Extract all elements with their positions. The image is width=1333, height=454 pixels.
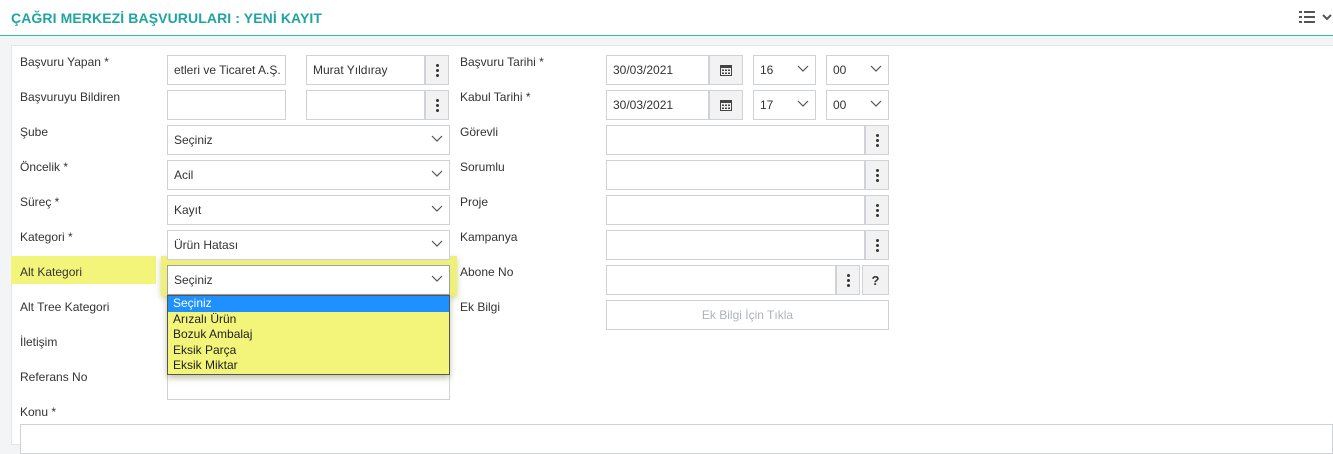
konu-label: Konu * xyxy=(20,405,57,419)
surec-select-value: Kayıt xyxy=(174,203,202,217)
sorumlu-label: Sorumlu xyxy=(460,160,505,174)
chevron-down-icon xyxy=(870,65,882,72)
minute-value: 00 xyxy=(833,98,847,112)
chevron-down-icon xyxy=(797,65,809,72)
surec-select[interactable]: Kayıt xyxy=(167,195,450,225)
calendar-icon xyxy=(720,100,732,111)
sube-select[interactable]: Seçiniz xyxy=(167,125,450,155)
minute-value: 00 xyxy=(833,63,847,77)
proje-more-button[interactable] xyxy=(865,195,889,225)
gorevli-label: Görevli xyxy=(460,125,499,139)
basvuru-tarihi-hour-select[interactable]: 16 xyxy=(753,55,816,85)
abone-no-label: Abone No xyxy=(460,265,514,279)
abone-no-more-button[interactable] xyxy=(836,265,860,295)
kabul-tarihi-date-input[interactable]: 30/03/2021 xyxy=(606,90,709,120)
sorumlu-input[interactable] xyxy=(606,160,865,190)
basvuruyu-bildiren-more-button[interactable] xyxy=(425,90,449,120)
kabul-tarihi-hour-select[interactable]: 17 xyxy=(753,90,816,120)
basvuru-yapan-person-input[interactable]: Murat Yıldıray xyxy=(306,55,425,85)
proje-label: Proje xyxy=(460,195,489,209)
referans-no-label: Referans No xyxy=(20,370,88,384)
alt-kategori-dropdown-list: Seçiniz Arızalı Ürün Bozuk Ambalaj Eksik… xyxy=(167,295,450,375)
sube-label: Şube xyxy=(20,125,49,139)
dropdown-option[interactable]: Bozuk Ambalaj xyxy=(168,327,449,343)
kampanya-input[interactable] xyxy=(606,230,865,260)
abone-no-input[interactable] xyxy=(606,265,836,295)
basvuru-yapan-label: Başvuru Yapan * xyxy=(20,55,109,69)
top-bar: ÇAĞRI MERKEZİ BAŞVURULARI : YENİ KAYIT xyxy=(0,0,1333,36)
alt-tree-kategori-label: Alt Tree Kategori xyxy=(20,300,110,314)
konu-textarea[interactable] xyxy=(20,424,1333,454)
alt-kategori-select[interactable]: Seçiniz xyxy=(167,265,450,295)
dropdown-option[interactable]: Eksik Miktar xyxy=(168,358,449,374)
basvuru-yapan-company-input[interactable]: etleri ve Ticaret A.Ş. xyxy=(167,55,286,85)
more-vertical-icon xyxy=(875,168,879,182)
kampanya-more-button[interactable] xyxy=(865,230,889,260)
list-icon[interactable] xyxy=(1299,11,1315,23)
basvuruyu-bildiren-person-input[interactable] xyxy=(306,90,425,120)
dropdown-option[interactable]: Arızalı Ürün xyxy=(168,312,449,328)
basvuru-tarihi-label: Başvuru Tarihi * xyxy=(460,55,544,69)
oncelik-select[interactable]: Acil xyxy=(167,160,450,190)
kategori-label: Kategori * xyxy=(20,230,73,244)
oncelik-label: Öncelik * xyxy=(20,160,69,174)
ek-bilgi-button[interactable]: Ek Bilgi İçin Tıkla xyxy=(606,300,889,330)
more-vertical-icon xyxy=(846,273,850,287)
sorumlu-more-button[interactable] xyxy=(865,160,889,190)
iletisim-label: İletişim xyxy=(20,335,58,349)
kampanya-label: Kampanya xyxy=(460,230,518,244)
hour-value: 16 xyxy=(760,63,774,77)
chevron-down-icon xyxy=(431,135,443,142)
page-title: ÇAĞRI MERKEZİ BAŞVURULARI : YENİ KAYIT xyxy=(11,10,323,26)
kabul-tarihi-label: Kabul Tarihi * xyxy=(460,90,531,104)
chevron-down-icon xyxy=(431,275,443,282)
chevron-down-icon xyxy=(431,170,443,177)
alt-kategori-label: Alt Kategori xyxy=(20,265,83,279)
ek-bilgi-label: Ek Bilgi xyxy=(460,300,501,314)
basvuru-tarihi-date-input[interactable]: 30/03/2021 xyxy=(606,55,709,85)
hour-value: 17 xyxy=(760,98,774,112)
basvuru-tarihi-minute-select[interactable]: 00 xyxy=(826,55,889,85)
abone-no-help-button[interactable]: ? xyxy=(862,265,889,295)
dropdown-option[interactable]: Seçiniz xyxy=(168,296,449,312)
calendar-icon xyxy=(720,65,732,76)
surec-label: Süreç * xyxy=(20,195,60,209)
more-vertical-icon xyxy=(435,98,439,112)
kabul-tarihi-minute-select[interactable]: 00 xyxy=(826,90,889,120)
kategori-select[interactable]: Ürün Hatası xyxy=(167,230,450,260)
chevron-down-icon xyxy=(431,205,443,212)
calendar-button[interactable] xyxy=(709,55,743,85)
chevron-down-icon xyxy=(431,240,443,247)
gorevli-input[interactable] xyxy=(606,125,865,155)
kategori-select-value: Ürün Hatası xyxy=(174,238,239,252)
more-vertical-icon xyxy=(435,63,439,77)
dropdown-option[interactable]: Eksik Parça xyxy=(168,343,449,359)
gorevli-more-button[interactable] xyxy=(865,125,889,155)
alt-kategori-select-value: Seçiniz xyxy=(174,273,213,287)
more-vertical-icon xyxy=(875,203,879,217)
oncelik-select-value: Acil xyxy=(174,168,194,182)
basvuruyu-bildiren-label: Başvuruyu Bildiren xyxy=(20,90,121,104)
calendar-button[interactable] xyxy=(709,90,743,120)
question-icon: ? xyxy=(871,272,880,288)
basvuru-yapan-more-button[interactable] xyxy=(425,55,449,85)
chevron-down-icon xyxy=(870,100,882,107)
chevron-down-icon xyxy=(797,100,809,107)
chevron-down-icon[interactable] xyxy=(1322,11,1332,23)
basvuruyu-bildiren-company-input[interactable] xyxy=(167,90,286,120)
sube-select-value: Seçiniz xyxy=(174,133,213,147)
more-vertical-icon xyxy=(875,133,879,147)
more-vertical-icon xyxy=(875,238,879,252)
proje-input[interactable] xyxy=(606,195,865,225)
